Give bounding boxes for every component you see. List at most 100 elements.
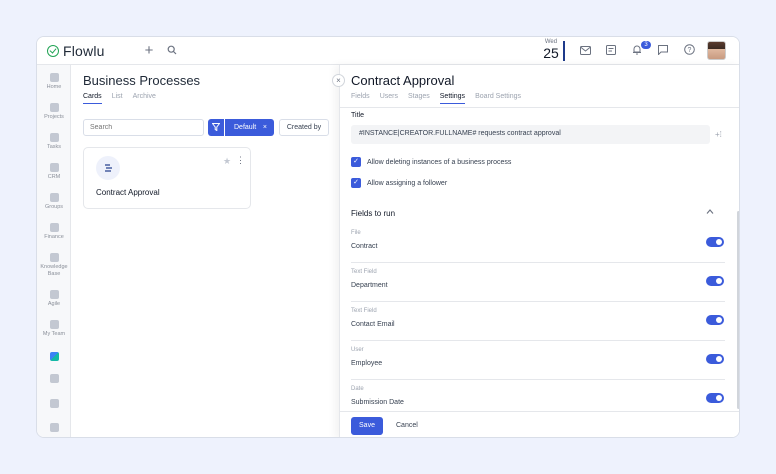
insert-variable-icon[interactable]: +⁞ (715, 130, 722, 139)
search-input[interactable] (83, 119, 204, 136)
field-toggle[interactable] (706, 276, 724, 286)
sidebar-item-settings[interactable] (37, 399, 71, 408)
tab-board-settings[interactable]: Board Settings (475, 93, 521, 104)
tab-stages[interactable]: Stages (408, 93, 430, 104)
title-field-label: Title (351, 112, 364, 119)
sidebar-item-apps[interactable] (37, 374, 71, 383)
tasks-icon[interactable] (603, 43, 619, 59)
tab-fields[interactable]: Fields (351, 93, 370, 104)
settings-panel: Contract Approval Fields Users Stages Se… (339, 65, 739, 437)
checkbox-checked-icon[interactable]: ✓ (351, 157, 361, 167)
chevron-up-icon[interactable] (706, 207, 714, 216)
tab-archive[interactable]: Archive (133, 93, 156, 104)
sidebar-item-label: Agile (47, 301, 61, 307)
sidebar-item-tasks[interactable]: Tasks (37, 133, 71, 151)
checkbox-row-allow-deleting[interactable]: ✓ Allow deleting instances of a business… (351, 157, 511, 167)
field-type: File (351, 230, 361, 236)
sidebar-item-home[interactable]: Home (37, 73, 71, 91)
close-icon[interactable]: × (332, 74, 345, 87)
user-avatar[interactable] (707, 41, 726, 60)
team-icon (49, 320, 59, 329)
tab-cards[interactable]: Cards (83, 93, 102, 104)
sidebar-item-knowledge-base[interactable]: Knowledge Base (37, 253, 71, 277)
cancel-button[interactable]: Cancel (396, 417, 418, 435)
field-toggle[interactable] (706, 354, 724, 364)
app-logo[interactable]: Flowlu (47, 43, 105, 59)
field-toggle[interactable] (706, 237, 724, 247)
tab-users[interactable]: Users (380, 93, 398, 104)
save-button[interactable]: Save (351, 417, 383, 435)
sidebar-item-agile[interactable]: Agile (37, 290, 71, 308)
tab-list[interactable]: List (112, 93, 123, 104)
sidebar-item-business-processes[interactable] (37, 352, 71, 361)
sidebar-item-label: Home (46, 84, 62, 90)
more-vertical-icon[interactable]: ⋮ (236, 155, 245, 166)
field-row: User Employee (351, 341, 725, 380)
checkbox-label: Allow assigning a follower (367, 179, 448, 187)
checkbox-row-allow-follower[interactable]: ✓ Allow assigning a follower (351, 178, 447, 188)
sidebar-item-groups[interactable]: Groups (37, 193, 71, 211)
panel-footer: Save Cancel (340, 411, 739, 437)
checkbox-checked-icon[interactable]: ✓ (351, 178, 361, 188)
flowlu-logo-icon (47, 45, 59, 57)
help-icon[interactable]: ? (681, 43, 697, 59)
field-name: Submission Date (351, 399, 404, 406)
field-name: Contract (351, 243, 378, 250)
page-title: Business Processes (83, 73, 201, 88)
sidebar-item-finance[interactable]: Finance (37, 223, 71, 241)
sidebar: Home Projects Tasks CRM Groups Finance K… (37, 65, 71, 437)
sidebar-item-label: My Team (42, 331, 66, 337)
app-window: Flowlu + Wed 25 3 ? Home Projects Tasks … (36, 36, 740, 438)
panel-title: Contract Approval (351, 73, 455, 88)
filter-button[interactable] (208, 119, 224, 136)
card-title: Contract Approval (96, 188, 160, 197)
top-bar: Flowlu + Wed 25 3 ? (37, 37, 739, 65)
date-number: 25 (543, 45, 559, 61)
tasks-icon (49, 133, 59, 142)
chat-icon[interactable] (655, 43, 671, 59)
checkbox-label: Allow deleting instances of a business p… (367, 158, 512, 166)
filter-chip-label: Default (234, 124, 257, 131)
notification-badge: 3 (641, 41, 651, 49)
tab-settings[interactable]: Settings (439, 93, 466, 104)
filter-chip-default[interactable]: Default × (225, 119, 274, 136)
mail-icon[interactable] (577, 43, 593, 59)
svg-text:?: ? (687, 47, 691, 54)
sidebar-item-crm[interactable]: CRM (37, 163, 71, 181)
field-toggle[interactable] (706, 315, 724, 325)
apps-icon (49, 374, 59, 383)
view-tabs: Cards List Archive (83, 93, 156, 104)
calendar-date[interactable]: Wed 25 (540, 39, 562, 61)
sidebar-item-my-team[interactable]: My Team (37, 320, 71, 338)
field-name: Employee (351, 360, 383, 367)
knowledge-icon (49, 253, 59, 262)
close-icon[interactable]: × (263, 119, 267, 136)
projects-icon (49, 103, 59, 112)
field-toggle[interactable] (706, 393, 724, 403)
sidebar-item-label: Groups (44, 204, 64, 210)
finance-icon (49, 223, 59, 232)
sidebar-item-label: Finance (44, 234, 64, 240)
field-type: Text Field (351, 269, 377, 275)
sidebar-item-more[interactable] (37, 423, 71, 432)
scrollbar[interactable] (737, 211, 739, 409)
created-by-button[interactable]: Created by (279, 119, 329, 136)
settings-icon (49, 399, 59, 408)
sidebar-item-label: Knowledge Base (40, 264, 68, 277)
field-name: Contact Email (351, 321, 395, 328)
sidebar-item-label: CRM (47, 174, 61, 180)
star-icon[interactable]: ★ (223, 156, 231, 167)
field-type: Date (351, 386, 364, 392)
search-icon[interactable] (164, 43, 180, 59)
more-icon (49, 423, 59, 432)
panel-tabs: Fields Users Stages Settings Board Setti… (351, 93, 521, 104)
process-icon (96, 156, 120, 180)
agile-icon (49, 290, 59, 299)
sidebar-item-projects[interactable]: Projects (37, 103, 71, 121)
process-card[interactable]: ★ ⋮ Contract Approval (83, 147, 251, 209)
plus-icon[interactable]: + (141, 43, 157, 59)
title-field[interactable]: #INSTANCE|CREATOR.FULLNAME# requests con… (351, 125, 710, 144)
field-row: Text Field Contact Email (351, 302, 725, 341)
crm-icon (49, 163, 59, 172)
filter-icon (211, 123, 221, 132)
